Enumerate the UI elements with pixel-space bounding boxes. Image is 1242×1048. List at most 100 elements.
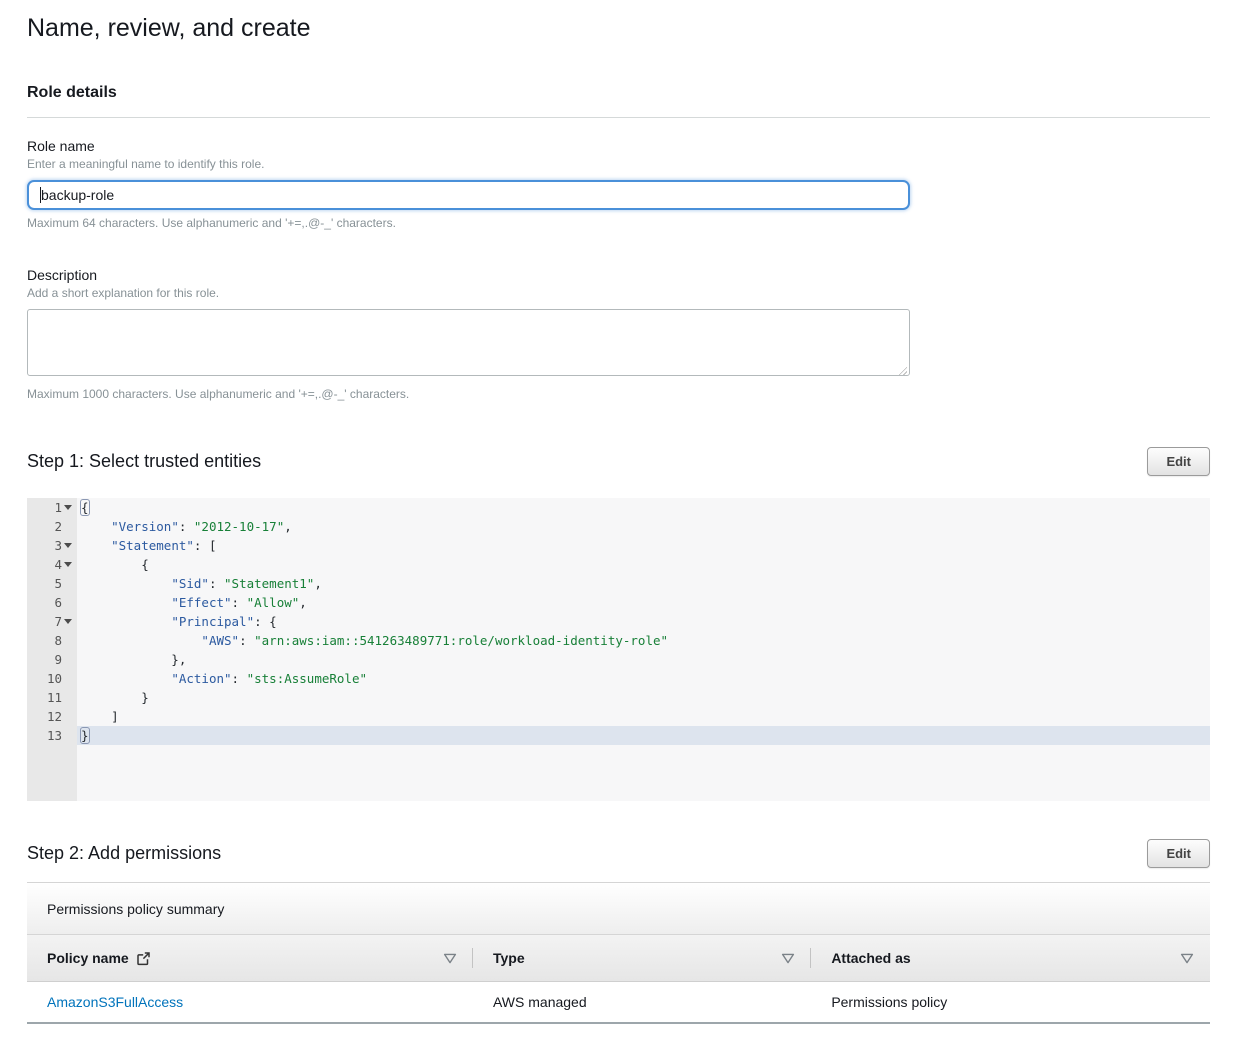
table-cell: AWS managed bbox=[473, 994, 811, 1010]
description-constraint: Maximum 1000 characters. Use alphanumeri… bbox=[27, 387, 1210, 401]
line-number: 6 bbox=[54, 593, 62, 612]
policy-table-header: Policy name Type Attached as bbox=[27, 935, 1210, 982]
fold-toggle[interactable] bbox=[62, 562, 74, 567]
json-punctuation: } bbox=[81, 690, 149, 705]
policy-name-link[interactable]: AmazonS3FullAccess bbox=[47, 994, 183, 1010]
editor-code-filler bbox=[77, 745, 1210, 801]
editor-code-line: "Action": "sts:AssumeRole" bbox=[77, 669, 1210, 688]
editor-filler bbox=[27, 745, 1210, 801]
column-header-label-group: Policy name bbox=[47, 950, 151, 966]
line-number: 4 bbox=[54, 555, 62, 574]
editor-code-line: { bbox=[77, 555, 1210, 574]
editor-line[interactable]: 11 } bbox=[27, 688, 1210, 707]
editor-code-line: "AWS": "arn:aws:iam::541263489771:role/w… bbox=[77, 631, 1210, 650]
editor-gutter-cell: 5 bbox=[27, 574, 77, 593]
table-row: AmazonS3FullAccess AWS managedPermissions… bbox=[27, 982, 1210, 1024]
json-punctuation: , bbox=[299, 595, 307, 610]
json-punctuation bbox=[81, 595, 171, 610]
trust-policy-json-editor[interactable]: 1{2 "Version": "2012-10-17",3 "Statement… bbox=[27, 498, 1210, 801]
page-container: Name, review, and create Role details Ro… bbox=[0, 0, 1242, 1048]
column-header-type[interactable]: Type bbox=[473, 935, 811, 981]
role-name-input[interactable] bbox=[27, 180, 910, 210]
json-punctuation: : { bbox=[254, 614, 277, 629]
json-key: "Action" bbox=[171, 671, 231, 686]
editor-line[interactable]: 13} bbox=[27, 726, 1210, 745]
editor-gutter-cell: 10 bbox=[27, 669, 77, 688]
editor-code-line: "Sid": "Statement1", bbox=[77, 574, 1210, 593]
step2-edit-button[interactable]: Edit bbox=[1147, 839, 1210, 868]
external-link-icon bbox=[136, 951, 151, 966]
editor-line[interactable]: 12 ] bbox=[27, 707, 1210, 726]
fold-toggle[interactable] bbox=[62, 619, 74, 624]
editor-code-line: "Principal": { bbox=[77, 612, 1210, 631]
editor-line[interactable]: 9 }, bbox=[27, 650, 1210, 669]
json-punctuation: : bbox=[232, 595, 247, 610]
line-number: 5 bbox=[54, 574, 62, 593]
table-cell: Permissions policy bbox=[811, 994, 1210, 1010]
editor-line[interactable]: 2 "Version": "2012-10-17", bbox=[27, 517, 1210, 536]
json-punctuation: , bbox=[314, 576, 322, 591]
filter-dropdown-icon[interactable] bbox=[1180, 953, 1194, 964]
editor-line[interactable]: 3 "Statement": [ bbox=[27, 536, 1210, 555]
column-header-label: Attached as bbox=[831, 950, 910, 966]
editor-line[interactable]: 7 "Principal": { bbox=[27, 612, 1210, 631]
editor-line[interactable]: 10 "Action": "sts:AssumeRole" bbox=[27, 669, 1210, 688]
column-header-attached-as[interactable]: Attached as bbox=[811, 935, 1210, 981]
json-punctuation: }, bbox=[81, 652, 186, 667]
role-details-heading: Role details bbox=[27, 84, 1210, 102]
fold-toggle[interactable] bbox=[62, 543, 74, 548]
role-name-field: Role name Enter a meaningful name to ide… bbox=[27, 137, 1210, 230]
page-title: Name, review, and create bbox=[27, 12, 1210, 44]
editor-line[interactable]: 8 "AWS": "arn:aws:iam::541263489771:role… bbox=[27, 631, 1210, 650]
line-number: 7 bbox=[54, 612, 62, 631]
json-key: "AWS" bbox=[201, 633, 239, 648]
fold-arrow-icon bbox=[64, 505, 72, 510]
permissions-summary-header: Permissions policy summary bbox=[27, 883, 1210, 935]
json-punctuation: ] bbox=[81, 709, 119, 724]
fold-toggle[interactable] bbox=[62, 505, 74, 510]
json-punctuation: : [ bbox=[194, 538, 217, 553]
editor-code-line: "Effect": "Allow", bbox=[77, 593, 1210, 612]
line-number: 10 bbox=[47, 669, 62, 688]
step1-heading: Step 1: Select trusted entities bbox=[27, 451, 261, 472]
policy-table-body: AmazonS3FullAccess AWS managedPermissions… bbox=[27, 982, 1210, 1024]
json-key: "Sid" bbox=[171, 576, 209, 591]
filter-dropdown-icon[interactable] bbox=[781, 953, 795, 964]
editor-line[interactable]: 4 { bbox=[27, 555, 1210, 574]
json-punctuation: : bbox=[239, 633, 254, 648]
editor-line[interactable]: 1{ bbox=[27, 498, 1210, 517]
section-divider bbox=[27, 117, 1210, 118]
json-value: "Allow" bbox=[247, 595, 300, 610]
role-name-help: Enter a meaningful name to identify this… bbox=[27, 156, 1210, 172]
editor-code-line: } bbox=[77, 726, 1210, 745]
json-punctuation: { bbox=[81, 557, 149, 572]
json-punctuation: , bbox=[284, 519, 292, 534]
step2-header-row: Step 2: Add permissions Edit bbox=[27, 839, 1210, 868]
json-value: "Statement1" bbox=[224, 576, 314, 591]
column-header-label: Policy name bbox=[47, 950, 129, 966]
line-number: 3 bbox=[54, 536, 62, 555]
editor-gutter-cell: 11 bbox=[27, 688, 77, 707]
editor-line[interactable]: 5 "Sid": "Statement1", bbox=[27, 574, 1210, 593]
editor-gutter-cell: 3 bbox=[27, 536, 77, 555]
editor-gutter-cell: 6 bbox=[27, 593, 77, 612]
filter-dropdown-icon[interactable] bbox=[443, 953, 457, 964]
editor-code-line: ] bbox=[77, 707, 1210, 726]
json-punctuation bbox=[81, 671, 171, 686]
table-cell: AmazonS3FullAccess bbox=[27, 994, 473, 1010]
fold-arrow-icon bbox=[64, 562, 72, 567]
permissions-panel: Permissions policy summary Policy name Ty… bbox=[27, 882, 1210, 1024]
json-value: "arn:aws:iam::541263489771:role/workload… bbox=[254, 633, 668, 648]
json-punctuation: } bbox=[81, 728, 89, 743]
json-key: "Effect" bbox=[171, 595, 231, 610]
text-caret bbox=[40, 187, 41, 203]
json-key: "Statement" bbox=[111, 538, 194, 553]
description-textarea[interactable] bbox=[27, 309, 910, 376]
editor-code-line: "Statement": [ bbox=[77, 536, 1210, 555]
editor-code-line: } bbox=[77, 688, 1210, 707]
editor-line[interactable]: 6 "Effect": "Allow", bbox=[27, 593, 1210, 612]
column-header-policy-name[interactable]: Policy name bbox=[27, 935, 473, 981]
step1-edit-button[interactable]: Edit bbox=[1147, 447, 1210, 476]
json-punctuation bbox=[81, 538, 111, 553]
editor-gutter-cell: 7 bbox=[27, 612, 77, 631]
